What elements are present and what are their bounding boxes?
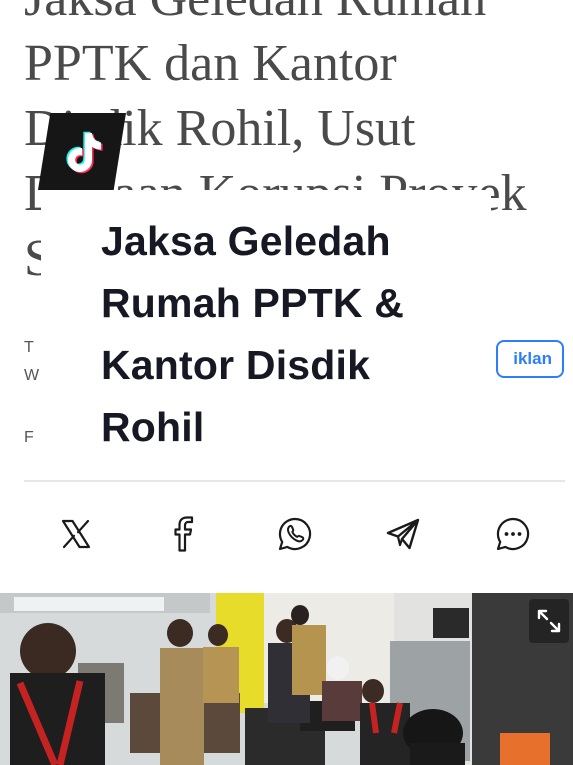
share-facebook-button[interactable] <box>159 505 209 563</box>
share-telegram-button[interactable] <box>378 505 428 563</box>
article-title-line: Jaksa Geledah Rumah <box>24 0 486 27</box>
whatsapp-logo-icon <box>278 517 312 551</box>
share-x-button[interactable] <box>51 505 101 563</box>
divider <box>24 480 565 482</box>
expand-photo-button[interactable] <box>529 599 569 643</box>
article-meta-date: W <box>24 367 40 384</box>
tiktok-logo-icon <box>38 113 126 190</box>
photo-image <box>0 593 573 765</box>
ad-badge[interactable]: iklan <box>496 340 564 378</box>
ad-label: iklan <box>513 349 552 368</box>
x-logo-icon <box>61 519 91 549</box>
expand-icon <box>537 609 561 633</box>
telegram-logo-icon <box>386 518 420 550</box>
share-whatsapp-button[interactable] <box>270 505 320 563</box>
chat-more-icon <box>496 517 530 551</box>
facebook-logo-icon <box>174 516 194 552</box>
share-more-button[interactable] <box>488 505 538 563</box>
article-meta-editor: F <box>24 429 34 446</box>
article-title-line: PPTK dan Kantor <box>24 35 397 92</box>
article-photo[interactable] <box>0 593 573 765</box>
overlay-headline: Jaksa Geledah Rumah PPTK & Kantor Disdik… <box>101 218 405 450</box>
article-meta-author: T <box>24 339 34 356</box>
share-bar <box>0 505 573 563</box>
